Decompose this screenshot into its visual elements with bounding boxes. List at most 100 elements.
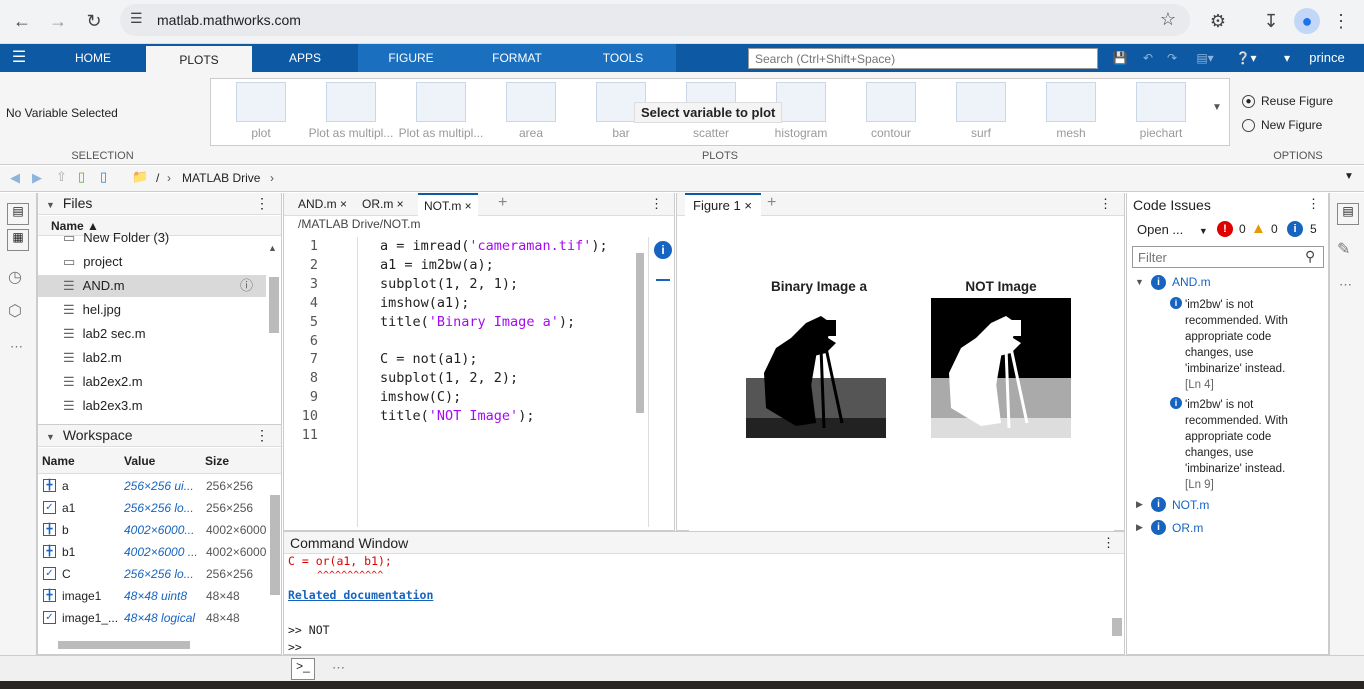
figure-tab[interactable]: Figure 1 × (685, 193, 761, 217)
command-scrollbar[interactable] (1112, 618, 1122, 636)
issue-line-2[interactable]: [Ln 9] (1185, 479, 1214, 491)
related-documentation-link[interactable]: Related documentation (288, 588, 433, 602)
close-tab-icon[interactable]: × (337, 197, 347, 211)
forward-icon[interactable]: → (45, 8, 71, 34)
info-icon[interactable]: i (1287, 221, 1303, 237)
undo-icon[interactable]: ↶ (1138, 44, 1158, 72)
workspace-panel-icon[interactable]: ▦ (7, 229, 29, 251)
tab-tools[interactable]: TOOLS (570, 44, 676, 72)
workspace-row[interactable]: ╋ b1 4002×6000 ... 4002×6000 (40, 541, 282, 563)
file-item[interactable]: ☰ hel.jpg (63, 299, 281, 321)
code-line[interactable]: subplot(1, 2, 1); (380, 276, 518, 292)
editor-tab[interactable]: NOT.m × (418, 193, 478, 217)
file-item[interactable]: ☰ lab2ex2.m (63, 371, 281, 393)
issue-marker[interactable] (656, 279, 670, 281)
workspace-collapse-icon[interactable]: ▼ (46, 432, 55, 442)
editor-tab[interactable]: AND.m × (292, 193, 353, 217)
addons-icon[interactable]: ⬡ (8, 301, 22, 321)
plot-button-0[interactable]: plot (216, 80, 306, 146)
file-item[interactable]: ▭ project (63, 251, 281, 273)
code-issues-menu-icon[interactable]: ⋮ (1307, 196, 1320, 212)
radio-unchecked-icon[interactable] (1242, 119, 1255, 133)
redo-icon[interactable]: ↷ (1162, 44, 1182, 72)
up-folder-icon[interactable]: ⇧ (56, 169, 67, 185)
browse-folder-icon[interactable]: ▯ (100, 169, 107, 185)
plot-button-3[interactable]: area (486, 80, 576, 146)
col-name[interactable]: Name (42, 454, 75, 468)
plot-button-7[interactable]: contour (846, 80, 936, 146)
new-folder-icon[interactable]: ▯ (78, 169, 85, 185)
clipboard-icon[interactable]: ▤▾ (1190, 44, 1220, 72)
issue-file-and[interactable]: AND.m (1172, 275, 1211, 289)
code-line[interactable]: a = imread('cameraman.tif'); (380, 238, 608, 254)
workspace-row[interactable]: ✓ a1 256×256 lo... 256×256 (40, 497, 282, 519)
workspace-scrollbar[interactable] (270, 495, 280, 595)
workspace-row[interactable]: ✓ C 256×256 lo... 256×256 (40, 563, 282, 585)
files-collapse-icon[interactable]: ▼ (46, 200, 55, 210)
hamburger-menu-icon[interactable]: ☰ (0, 44, 38, 72)
issue-message-1[interactable]: 'im2bw' is not recommended. With appropr… (1185, 297, 1290, 393)
profile-avatar-icon[interactable]: ● (1294, 8, 1320, 34)
editor-scrollbar[interactable] (636, 253, 644, 413)
right-more-icon[interactable]: ⋯ (1339, 277, 1352, 293)
more-icon[interactable]: ⋯ (10, 339, 23, 355)
plot-button-10[interactable]: piechart (1116, 80, 1206, 146)
plot-button-2[interactable]: Plot as multipl... (396, 80, 486, 146)
issue-message-2[interactable]: 'im2bw' is not recommended. With appropr… (1185, 397, 1290, 493)
code-line[interactable]: title('Binary Image a'); (380, 314, 575, 330)
files-panel-icon[interactable]: ▤ (7, 203, 29, 225)
files-menu-icon[interactable]: ⋮ (255, 195, 269, 212)
files-scroll-up-icon[interactable]: ▲ (268, 243, 277, 253)
code-line[interactable]: a1 = im2bw(a); (380, 257, 494, 273)
code-line[interactable]: title('NOT Image'); (380, 408, 534, 424)
close-tab-icon[interactable]: × (461, 199, 472, 213)
info-indicator-icon[interactable]: i (654, 241, 672, 259)
col-value[interactable]: Value (124, 454, 155, 468)
address-bar[interactable]: ☰ matlab.mathworks.com ☆ (120, 4, 1190, 36)
file-item[interactable]: ☰ lab2ex3.m (63, 395, 281, 417)
tab-plots[interactable]: PLOTS (146, 44, 252, 72)
code-line[interactable]: imshow(C); (380, 389, 461, 405)
figure-menu-icon[interactable]: ⋮ (1099, 196, 1112, 212)
documentation-icon[interactable]: ✎ (1337, 239, 1350, 259)
issue-file-not[interactable]: NOT.m (1172, 498, 1209, 512)
tab-apps[interactable]: APPS (272, 44, 338, 72)
editor-menu-icon[interactable]: ⋮ (650, 196, 663, 212)
col-size[interactable]: Size (205, 454, 229, 468)
terminal-icon[interactable]: >_ (291, 658, 315, 680)
command-prompt[interactable]: >> (288, 640, 302, 654)
plot-button-9[interactable]: mesh (1026, 80, 1116, 146)
issue-line-1[interactable]: [Ln 4] (1185, 379, 1214, 391)
files-scrollbar[interactable] (269, 277, 279, 333)
path-end-chevron-icon[interactable]: › (270, 171, 274, 185)
browser-menu-icon[interactable]: ⋮ (1328, 8, 1354, 34)
radio-checked-icon[interactable]: ● (1242, 95, 1255, 109)
site-info-icon[interactable]: ☰ (130, 10, 150, 30)
back-icon[interactable]: ← (9, 8, 35, 34)
workspace-row[interactable]: ╋ image1 48×48 uint8 48×48 (40, 585, 282, 607)
tab-format[interactable]: FORMAT (464, 44, 570, 72)
new-figure-option[interactable]: New Figure (1242, 118, 1322, 133)
close-tab-icon[interactable]: × (393, 197, 404, 211)
save-icon[interactable]: 💾 (1110, 44, 1130, 72)
bookmark-star-icon[interactable]: ☆ (1160, 9, 1176, 30)
open-files-dropdown[interactable]: Open ... ▼ (1137, 222, 1208, 237)
command-menu-icon[interactable]: ⋮ (1102, 535, 1115, 551)
status-more-icon[interactable]: ⋯ (332, 660, 345, 676)
help-icon[interactable]: ❔▾ (1228, 44, 1264, 72)
new-figure-tab-icon[interactable]: + (767, 194, 776, 212)
file-item[interactable]: ☰ lab2 sec.m (63, 323, 281, 345)
extensions-icon[interactable]: ⚙ (1205, 8, 1231, 34)
reload-icon[interactable]: ↻ (81, 8, 107, 34)
workspace-row[interactable]: ╋ b 4002×6000... 4002×6000 (40, 519, 282, 541)
filter-input[interactable] (1132, 246, 1324, 268)
path-dropdown-icon[interactable]: ▼ (1344, 171, 1354, 182)
code-line[interactable]: imshow(a1); (380, 295, 469, 311)
forward-folder-icon[interactable]: ▶ (32, 170, 42, 186)
user-name[interactable]: prince (1300, 44, 1354, 72)
expand-and-icon[interactable]: ▼ (1135, 277, 1144, 287)
warning-icon[interactable]: ▲ (1251, 220, 1266, 237)
info-icon[interactable]: ⓘ (240, 275, 253, 297)
new-tab-icon[interactable]: + (498, 194, 507, 212)
issue-file-or[interactable]: OR.m (1172, 521, 1203, 535)
